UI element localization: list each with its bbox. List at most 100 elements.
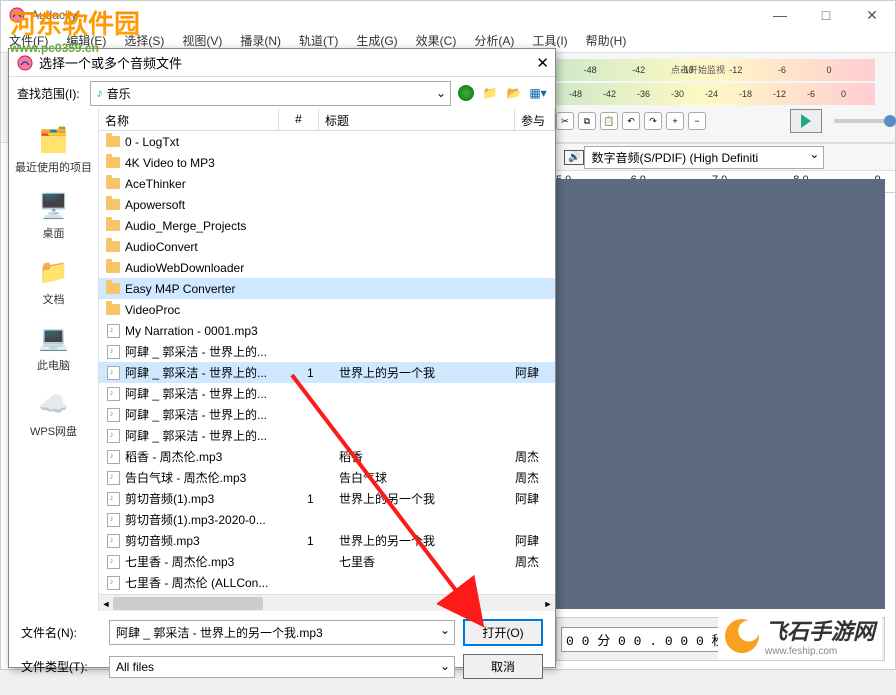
new-folder-button[interactable]: 📂 <box>505 84 523 102</box>
minimize-button[interactable]: — <box>757 1 803 29</box>
place-wps[interactable]: ☁️WPS网盘 <box>9 381 98 447</box>
dialog-bottom: 文件名(N): 阿肆 _ 郭采洁 - 世界上的另一个我.mp3 打开(O) 文件… <box>9 611 555 695</box>
audio-file-icon <box>105 512 121 528</box>
copy-button[interactable]: ⧉ <box>578 112 596 130</box>
place-desktop[interactable]: 🖥️桌面 <box>9 183 98 249</box>
play-button[interactable] <box>790 109 822 133</box>
desktop-icon: 🖥️ <box>36 191 72 221</box>
cloud-icon: ☁️ <box>36 389 72 419</box>
watermark-hedong: 河东软件园 www.pc0359.cn <box>10 4 140 55</box>
audio-position-display[interactable]: 0 0 分 0 0 . 0 0 0 秒 <box>561 627 730 652</box>
file-item[interactable]: 剪切音频(1).mp31世界上的另一个我阿肆 <box>99 488 555 509</box>
file-item[interactable]: 稻香 - 周杰伦.mp3稻香周杰 <box>99 446 555 467</box>
menu-help[interactable]: 帮助(H) <box>586 32 627 49</box>
file-item[interactable]: 阿肆 _ 郭采洁 - 世界上的... <box>99 383 555 404</box>
back-button[interactable] <box>457 84 475 102</box>
cut-button[interactable]: ✂ <box>556 112 574 130</box>
audio-file-icon <box>105 575 121 591</box>
place-thispc[interactable]: 💻此电脑 <box>9 315 98 381</box>
playback-meter[interactable]: -54-48-42-36-30-24-18-12-60 <box>535 83 875 105</box>
places-bar: 🗂️最近使用的项目 🖥️桌面 📁文档 💻此电脑 ☁️WPS网盘 <box>9 109 99 611</box>
col-title[interactable]: 标题 <box>319 109 515 130</box>
filetype-label: 文件类型(T): <box>21 658 101 675</box>
folder-icon <box>105 155 121 171</box>
folder-item[interactable]: 0 - LogTxt <box>99 131 555 152</box>
folder-item[interactable]: Audio_Merge_Projects <box>99 215 555 236</box>
dialog-nav: 查找范围(I): ♪ 音乐 📁 📂 ▦▾ <box>9 77 555 109</box>
audio-file-icon <box>105 449 121 465</box>
folder-item[interactable]: VideoProc <box>99 299 555 320</box>
audio-file-icon <box>105 428 121 444</box>
col-artist[interactable]: 参与 <box>515 109 555 130</box>
folder-icon <box>105 176 121 192</box>
menu-analyze[interactable]: 分析(A) <box>474 32 514 49</box>
open-button[interactable]: 打开(O) <box>463 619 543 646</box>
menu-tracks[interactable]: 轨道(T) <box>299 32 338 49</box>
file-item[interactable]: 剪切音频.mp31世界上的另一个我阿肆 <box>99 530 555 551</box>
menu-generate[interactable]: 生成(G) <box>356 32 397 49</box>
music-folder-icon: ♪ <box>97 86 103 100</box>
audacity-logo-icon <box>17 55 33 71</box>
folder-item[interactable]: AceThinker <box>99 173 555 194</box>
file-list-header[interactable]: 名称 # 标题 参与 <box>99 109 555 131</box>
lookin-label: 查找范围(I): <box>17 85 80 102</box>
filetype-combo[interactable]: All files <box>109 656 455 678</box>
file-item[interactable]: 阿肆 _ 郭采洁 - 世界上的... <box>99 341 555 362</box>
file-item[interactable]: 阿肆 _ 郭采洁 - 世界上的... <box>99 425 555 446</box>
folder-item[interactable]: AudioWebDownloader <box>99 257 555 278</box>
redo-button[interactable]: ↷ <box>644 112 662 130</box>
col-name[interactable]: 名称 <box>99 109 279 130</box>
menu-effect[interactable]: 效果(C) <box>416 32 457 49</box>
edit-toolbar: ✂ ⧉ 📋 ↶ ↷ + − <box>556 109 896 133</box>
undo-button[interactable]: ↶ <box>622 112 640 130</box>
file-item[interactable]: 阿肆 _ 郭采洁 - 世界上的...1世界上的另一个我阿肆 <box>99 362 555 383</box>
file-list-hscrollbar[interactable]: ◄► <box>99 594 555 611</box>
audio-file-icon <box>105 554 121 570</box>
folder-icon <box>105 281 121 297</box>
col-number[interactable]: # <box>279 109 319 130</box>
file-item[interactable]: 七里香 - 周杰伦.mp3七里香周杰 <box>99 551 555 572</box>
file-item[interactable]: My Narration - 0001.mp3 <box>99 320 555 341</box>
folder-item[interactable]: 4K Video to MP3 <box>99 152 555 173</box>
folder-item[interactable]: AudioConvert <box>99 236 555 257</box>
zoom-out-button[interactable]: − <box>688 112 706 130</box>
file-list: 名称 # 标题 参与 0 - LogTxt4K Video to MP3AceT… <box>99 109 555 611</box>
folder-icon <box>105 239 121 255</box>
folder-item[interactable]: Apowersoft <box>99 194 555 215</box>
track-area[interactable] <box>556 179 885 609</box>
folder-icon <box>105 134 121 150</box>
dialog-close-button[interactable]: ✕ <box>536 54 549 72</box>
window-close-button[interactable]: ✕ <box>849 1 895 29</box>
playback-device-combo[interactable]: 数字音频(S/PDIF) (High Definiti <box>584 146 824 169</box>
filename-label: 文件名(N): <box>21 624 101 641</box>
lookin-combo[interactable]: ♪ 音乐 <box>90 81 451 106</box>
watermark-feship: 飞石手游网 www.feship.com <box>718 611 882 660</box>
zoom-in-button[interactable]: + <box>666 112 684 130</box>
file-item[interactable]: 七里香 - 周杰伦 (ALLCon... <box>99 572 555 593</box>
folder-item[interactable]: Easy M4P Converter <box>99 278 555 299</box>
documents-icon: 📁 <box>36 257 72 287</box>
dialog-title: 选择一个或多个音频文件 <box>39 53 182 72</box>
menu-tools[interactable]: 工具(I) <box>532 32 567 49</box>
views-button[interactable]: ▦▾ <box>529 84 547 102</box>
cancel-button[interactable]: 取消 <box>463 654 543 679</box>
menu-transport[interactable]: 播录(N) <box>240 32 281 49</box>
audio-file-icon <box>105 365 121 381</box>
file-item[interactable]: 剪切音频(1).mp3-2020-0... <box>99 509 555 530</box>
maximize-button[interactable]: □ <box>803 1 849 29</box>
recent-icon: 🗂️ <box>36 125 72 155</box>
audio-file-icon <box>105 533 121 549</box>
audio-file-icon <box>105 470 121 486</box>
recording-meter[interactable]: -54-48-42 点击开始监视 -18-12-60 <box>535 59 875 81</box>
place-documents[interactable]: 📁文档 <box>9 249 98 315</box>
playback-speed-slider[interactable] <box>834 119 896 123</box>
audio-file-icon <box>105 323 121 339</box>
up-folder-button[interactable]: 📁 <box>481 84 499 102</box>
folder-icon <box>105 218 121 234</box>
file-item[interactable]: 阿肆 _ 郭采洁 - 世界上的... <box>99 404 555 425</box>
filename-input[interactable]: 阿肆 _ 郭采洁 - 世界上的另一个我.mp3 <box>109 620 455 645</box>
paste-button[interactable]: 📋 <box>600 112 618 130</box>
file-item[interactable]: 告白气球 - 周杰伦.mp3告白气球周杰 <box>99 467 555 488</box>
place-recent[interactable]: 🗂️最近使用的项目 <box>9 117 98 183</box>
menu-view[interactable]: 视图(V) <box>182 32 222 49</box>
